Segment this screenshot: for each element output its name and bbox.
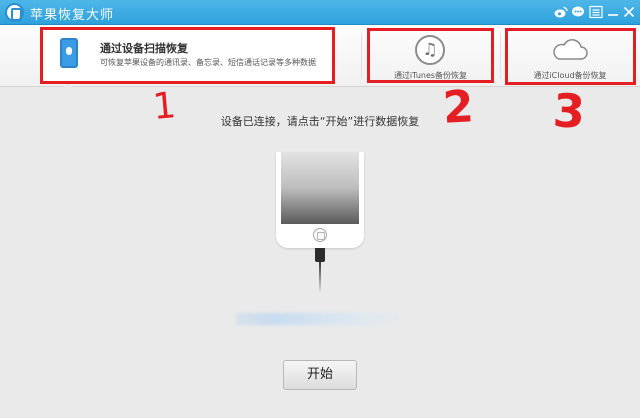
annotation-number-3: 3 <box>551 83 587 139</box>
usb-cable <box>319 262 321 294</box>
cable-plug <box>315 248 325 262</box>
menu-icon[interactable] <box>589 5 603 19</box>
annotation-box-2 <box>367 28 494 83</box>
title-bar: 苹果恢复大师 <box>0 0 640 25</box>
iphone-screen <box>281 152 359 224</box>
app-logo-icon <box>5 3 24 22</box>
chat-icon[interactable] <box>571 5 585 19</box>
app-title: 苹果恢复大师 <box>30 8 115 23</box>
home-button-icon <box>313 228 327 242</box>
iphone-image <box>276 152 364 248</box>
weibo-icon[interactable] <box>554 5 568 19</box>
close-icon[interactable] <box>622 5 636 19</box>
divider <box>361 33 362 79</box>
divider <box>500 33 501 79</box>
annotation-box-3 <box>505 28 636 85</box>
start-button[interactable]: 开始 <box>283 360 357 390</box>
annotation-box-1 <box>40 27 335 84</box>
minimize-icon[interactable] <box>606 5 620 19</box>
connection-status: 设备已连接，请点击“开始”进行数据恢复 <box>220 115 420 128</box>
progress-indicator <box>236 313 406 325</box>
